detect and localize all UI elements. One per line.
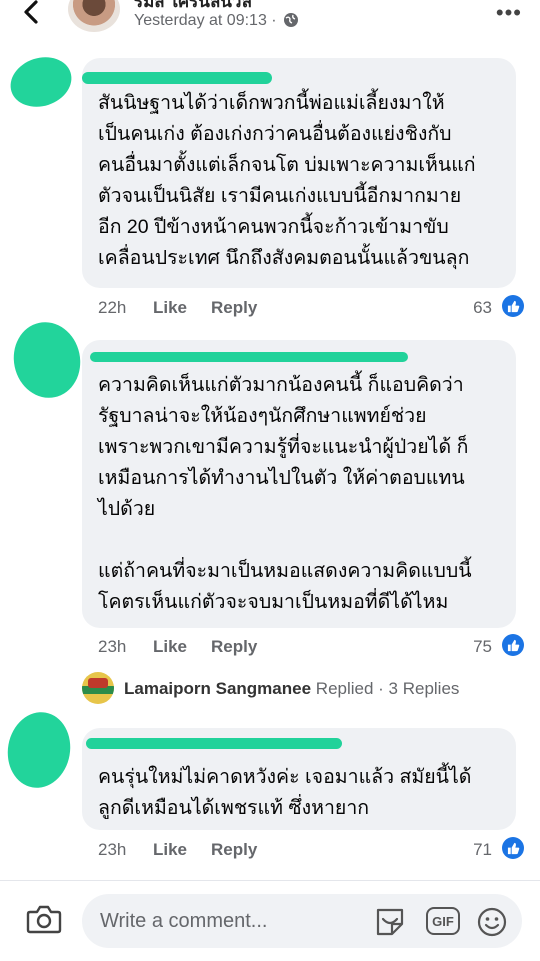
commenter-name-redacted <box>82 72 272 84</box>
globe-icon <box>284 13 299 27</box>
commenter-name-redacted <box>86 738 342 749</box>
camera-icon[interactable] <box>26 903 62 935</box>
reaction-count[interactable]: 75 <box>473 637 492 657</box>
like-button[interactable]: Like <box>153 840 211 860</box>
comment-time: 23h <box>98 637 127 656</box>
comment-text: สันนิษฐานได้ว่าเด็กพวกนี้พ่อแม่เลี้ยงมาใ… <box>98 92 476 269</box>
sticker-icon[interactable] <box>374 906 406 938</box>
comment-bubble[interactable]: คนรุ่นใหม่ไม่คาดหวังค่ะ เจอมาแล้ว สมัยนี… <box>82 728 516 830</box>
like-button[interactable]: Like <box>153 298 211 318</box>
comment-text: ความคิดเห็นแก่ตัวมากน้องคนนี้ ก็แอบคิดว่… <box>98 374 472 613</box>
more-options-icon[interactable]: ••• <box>496 0 522 26</box>
replies-summary-text[interactable]: Lamaiporn Sangmanee Replied · 3 Replies <box>124 679 459 699</box>
replier-name[interactable]: Lamaiporn Sangmanee <box>124 679 311 698</box>
thumbs-up-icon <box>507 842 519 854</box>
back-arrow-icon[interactable] <box>18 0 48 26</box>
poster-avatar[interactable] <box>68 0 120 32</box>
like-reaction-icon[interactable] <box>502 295 524 317</box>
comment-time: 22h <box>98 298 127 317</box>
reply-button[interactable]: Reply <box>211 840 257 860</box>
comment-composer: GIF <box>0 880 540 961</box>
replies-count-text[interactable]: Replied · 3 Replies <box>311 679 460 698</box>
commenter-avatar-redacted <box>1 707 77 793</box>
like-reaction-icon[interactable] <box>502 837 524 859</box>
thumbs-up-icon <box>507 300 519 312</box>
comment-actions: 22h Like Reply <box>98 298 257 318</box>
commenter-avatar-redacted <box>4 49 78 115</box>
post-header: รมิส ใครนิลนัวล Yesterday at 09:13 · ••• <box>0 0 540 44</box>
replier-avatar <box>82 672 114 704</box>
comment-time: 23h <box>98 840 127 859</box>
post-timestamp: Yesterday at 09:13 · <box>134 12 299 30</box>
commenter-name-redacted <box>90 352 408 362</box>
comment-bubble[interactable]: สันนิษฐานได้ว่าเด็กพวกนี้พ่อแม่เลี้ยงมาใ… <box>82 58 516 288</box>
comment-actions: 23h Like Reply <box>98 637 257 657</box>
thumbs-up-icon <box>507 639 519 651</box>
like-button[interactable]: Like <box>153 637 211 657</box>
comment-actions: 23h Like Reply <box>98 840 257 860</box>
gif-label: GIF <box>432 913 454 929</box>
comment-bubble[interactable]: ความคิดเห็นแก่ตัวมากน้องคนนี้ ก็แอบคิดว่… <box>82 340 516 628</box>
reaction-count[interactable]: 71 <box>473 840 492 860</box>
emoji-icon[interactable] <box>476 906 508 938</box>
like-reaction-icon[interactable] <box>502 634 524 656</box>
comment-text: คนรุ่นใหม่ไม่คาดหวังค่ะ เจอมาแล้ว สมัยนี… <box>98 766 472 819</box>
commenter-avatar-redacted <box>6 315 88 405</box>
reply-button[interactable]: Reply <box>211 637 257 657</box>
timestamp-text: Yesterday at 09:13 · <box>134 12 277 29</box>
reaction-count[interactable]: 63 <box>473 298 492 318</box>
reply-button[interactable]: Reply <box>211 298 257 318</box>
gif-icon[interactable]: GIF <box>426 907 460 935</box>
